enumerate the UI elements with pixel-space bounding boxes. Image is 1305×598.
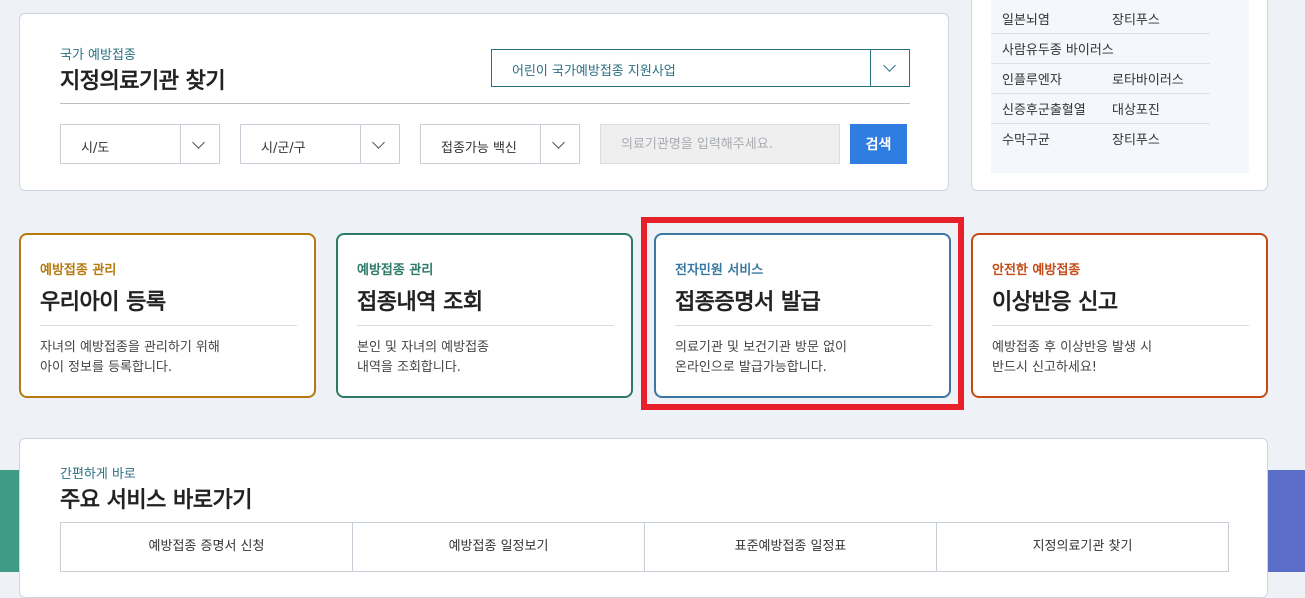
- panel-subtitle: 국가 예방접종: [60, 48, 136, 63]
- clinic-name-input[interactable]: [600, 124, 840, 164]
- disease-row: 사람유두종 바이러스: [991, 33, 1210, 64]
- quick-link-certificate-request[interactable]: 예방접종 증명서 신청: [61, 523, 353, 571]
- panel-title: 지정의료기관 찾기: [60, 69, 226, 94]
- vaccine-select[interactable]: 접종가능 백신: [420, 124, 580, 164]
- disease-row: 인플루엔자 로타바이러스: [991, 63, 1210, 94]
- card-title: 이상반응 신고: [992, 290, 1118, 315]
- sido-select-value: 시/도: [81, 141, 110, 156]
- card-title: 접종내역 조회: [357, 290, 483, 315]
- card-description: 본인 및 자녀의 예방접종 내역을 조회합니다.: [357, 340, 489, 375]
- clinic-search-panel: 국가 예방접종 지정의료기관 찾기 어린이 국가예방접종 지원사업 시/도 시/…: [19, 13, 949, 191]
- disease-link[interactable]: 수막구균: [1002, 129, 1050, 148]
- disease-row: 신증후군출혈열 대상포진: [991, 93, 1210, 124]
- card-category: 예방접종 관리: [40, 263, 117, 278]
- chevron-down-icon: [552, 136, 565, 149]
- program-select-value: 어린이 국가예방접종 지원사업: [512, 64, 676, 79]
- quick-link-standard-schedule[interactable]: 표준예방접종 일정표: [645, 523, 937, 571]
- disease-row: 수막구균 장티푸스: [991, 123, 1210, 153]
- sigungu-select-value: 시/군/구: [261, 141, 306, 156]
- chevron-down-icon: [372, 136, 385, 149]
- card-title: 우리아이 등록: [40, 290, 166, 315]
- disease-link[interactable]: 대상포진: [1112, 99, 1160, 118]
- card-description: 예방접종 후 이상반응 발생 시 반드시 신고하세요!: [992, 340, 1153, 375]
- card-category: 안전한 예방접종: [992, 263, 1081, 278]
- disease-link[interactable]: 일본뇌염: [1002, 9, 1050, 28]
- quick-links-panel: 간편하게 바로 주요 서비스 바로가기 예방접종 증명서 신청 예방접종 일정보…: [19, 438, 1268, 598]
- disease-link[interactable]: 장티푸스: [1112, 129, 1160, 148]
- panel-title: 주요 서비스 바로가기: [60, 488, 252, 513]
- disease-link[interactable]: 신증후군출혈열: [1002, 99, 1086, 118]
- background-decoration-left: [0, 470, 20, 572]
- card-category: 전자민원 서비스: [675, 263, 764, 278]
- background-decoration-right: [1268, 470, 1305, 572]
- card-description: 자녀의 예방접종을 관리하기 위해 아이 정보를 등록합니다.: [40, 340, 220, 375]
- divider: [992, 325, 1249, 326]
- divider: [357, 325, 614, 326]
- divider: [675, 325, 932, 326]
- card-adverse-reaction-report[interactable]: 안전한 예방접종 이상반응 신고 예방접종 후 이상반응 발생 시 반드시 신고하…: [971, 233, 1268, 398]
- card-child-registration[interactable]: 예방접종 관리 우리아이 등록 자녀의 예방접종을 관리하기 위해 아이 정보를 …: [19, 233, 316, 398]
- sido-select[interactable]: 시/도: [60, 124, 220, 164]
- chevron-down-icon: [192, 136, 205, 149]
- sigungu-select[interactable]: 시/군/구: [240, 124, 400, 164]
- quick-links-table: 예방접종 증명서 신청 예방접종 일정보기 표준예방접종 일정표 지정의료기관 …: [60, 522, 1229, 572]
- quick-link-schedule-view[interactable]: 예방접종 일정보기: [353, 523, 645, 571]
- panel-subtitle: 간편하게 바로: [60, 467, 136, 482]
- card-category: 예방접종 관리: [357, 263, 434, 278]
- card-vaccination-history[interactable]: 예방접종 관리 접종내역 조회 본인 및 자녀의 예방접종 내역을 조회합니다.: [336, 233, 633, 398]
- program-select[interactable]: 어린이 국가예방접종 지원사업: [491, 49, 910, 87]
- card-title: 접종증명서 발급: [675, 290, 821, 315]
- card-description: 의료기관 및 보건기관 방문 없이 온라인으로 발급가능합니다.: [675, 340, 848, 375]
- card-certificate-issue[interactable]: 전자민원 서비스 접종증명서 발급 의료기관 및 보건기관 방문 없이 온라인으로…: [654, 233, 951, 398]
- disease-row: 일본뇌염 장티푸스: [991, 3, 1210, 34]
- search-button[interactable]: 검색: [850, 124, 907, 164]
- disease-link[interactable]: 사람유두종 바이러스: [1002, 39, 1114, 58]
- vaccine-select-value: 접종가능 백신: [441, 141, 517, 156]
- disease-link[interactable]: 인플루엔자: [1002, 69, 1062, 88]
- divider: [60, 103, 910, 104]
- program-select-toggle[interactable]: [870, 50, 909, 86]
- quick-link-find-clinic[interactable]: 지정의료기관 찾기: [937, 523, 1228, 571]
- disease-list-panel: 일본뇌염 장티푸스 사람유두종 바이러스 인플루엔자 로타바이러스 신증후군출혈…: [971, 0, 1268, 191]
- chevron-down-icon: [883, 59, 896, 72]
- disease-link[interactable]: 로타바이러스: [1112, 69, 1184, 88]
- divider: [40, 325, 297, 326]
- disease-link[interactable]: 장티푸스: [1112, 9, 1160, 28]
